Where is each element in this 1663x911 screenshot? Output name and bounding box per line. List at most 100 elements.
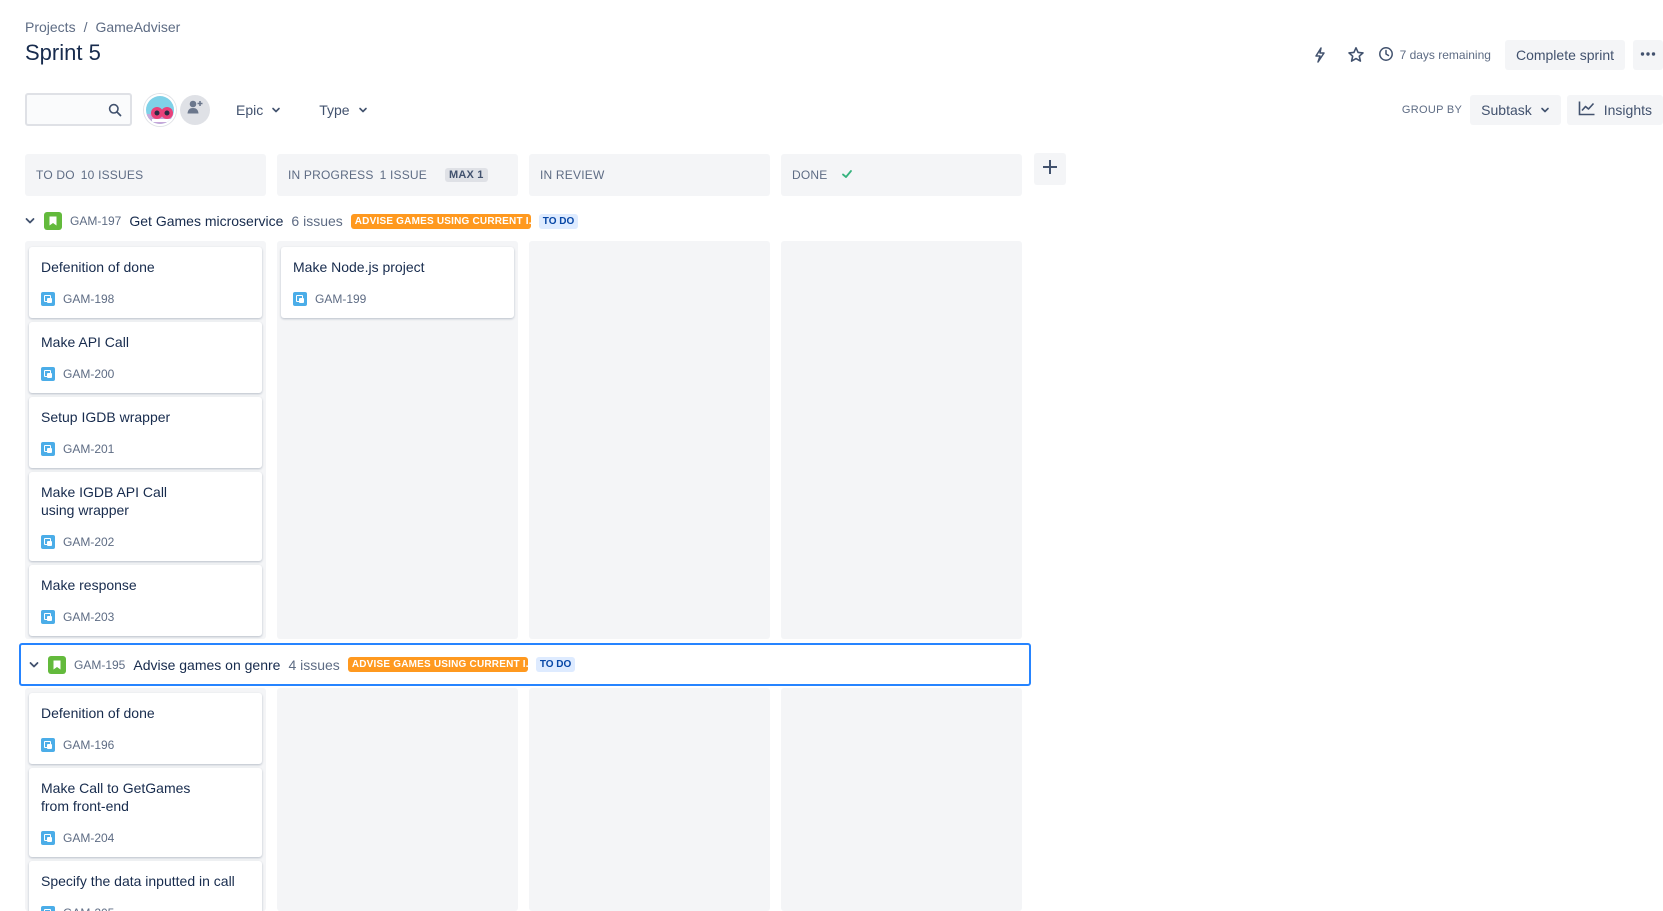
issue-key: GAM-199 — [315, 292, 367, 306]
status-badge: TO DO — [535, 657, 576, 672]
subtask-icon — [41, 738, 55, 752]
card-meta: GAM-196 — [41, 738, 114, 752]
subtask-icon — [41, 535, 55, 549]
column-name: TO DO — [36, 168, 75, 182]
card-meta: GAM-200 — [41, 367, 114, 381]
card-meta: GAM-203 — [41, 610, 114, 624]
issue-card[interactable]: Setup IGDB wrapper GAM-201 — [29, 397, 262, 468]
chevron-down-icon — [271, 102, 281, 118]
toolbar-right: GROUP BY Subtask Insights — [1401, 94, 1663, 125]
clock-icon — [1378, 46, 1394, 65]
card-summary: Defenition of done — [41, 259, 155, 275]
type-filter[interactable]: Type — [311, 95, 375, 125]
column-dropzone[interactable] — [529, 241, 770, 639]
lightning-icon[interactable] — [1306, 41, 1334, 69]
column-header-todo: TO DO 10 ISSUES — [25, 154, 266, 196]
insights-button[interactable]: Insights — [1566, 94, 1663, 125]
story-icon — [48, 655, 66, 674]
issue-card[interactable]: Defenition of done GAM-198 — [29, 247, 262, 318]
add-person-icon — [186, 98, 204, 121]
issue-key: GAM-202 — [63, 535, 115, 549]
column-count: 1 ISSUE — [379, 168, 427, 182]
column-dropzone[interactable] — [277, 688, 518, 911]
card-summary: Make Call to GetGames from front-end — [41, 780, 191, 814]
add-column-button[interactable] — [1034, 153, 1066, 185]
card-summary: Make response — [41, 577, 137, 593]
search-input[interactable] — [25, 93, 132, 126]
column-header-in-progress: IN PROGRESS 1 ISSUE MAX 1 — [277, 154, 518, 196]
epic-filter-label: Epic — [236, 101, 264, 118]
avatar[interactable] — [144, 93, 176, 126]
issue-key: GAM-203 — [63, 610, 115, 624]
column-name: DONE — [792, 168, 828, 182]
card-summary: Make IGDB API Call using wrapper — [41, 484, 168, 518]
issue-card[interactable]: Make API Call GAM-200 — [29, 322, 262, 393]
swimlane-header[interactable]: GAM-195 Advise games on genre 4 issues A… — [19, 643, 1031, 686]
issue-key: GAM-201 — [63, 442, 115, 456]
complete-sprint-button[interactable]: Complete sprint — [1504, 40, 1625, 70]
chevron-down-icon — [358, 102, 368, 118]
swimlane-header[interactable]: GAM-197 Get Games microservice 6 issues … — [22, 208, 579, 234]
issue-key: GAM-200 — [63, 367, 115, 381]
story-key[interactable]: GAM-197 — [70, 214, 121, 228]
breadcrumb-project[interactable]: GameAdviser — [95, 19, 180, 35]
search-icon — [108, 103, 122, 122]
check-icon — [841, 168, 853, 183]
issue-key: GAM-196 — [63, 738, 115, 752]
story-key[interactable]: GAM-195 — [74, 658, 125, 672]
issue-key: GAM-204 — [63, 831, 115, 845]
breadcrumb: Projects / GameAdviser — [25, 19, 180, 35]
column-dropzone[interactable] — [781, 241, 1022, 639]
column-header-in-review: IN REVIEW — [529, 154, 770, 196]
insights-label: Insights — [1603, 101, 1652, 118]
subtask-icon — [41, 831, 55, 845]
group-by-select[interactable]: Subtask — [1470, 94, 1561, 125]
card-summary: Make Node.js project — [293, 259, 425, 275]
breadcrumb-separator: / — [83, 19, 88, 35]
max-limit-badge: MAX 1 — [444, 168, 488, 182]
star-icon[interactable] — [1342, 41, 1370, 69]
issue-card[interactable]: Specify the data inputted in call GAM-20… — [29, 861, 262, 911]
card-summary: Defenition of done — [41, 705, 155, 721]
card-meta: GAM-205 — [41, 906, 114, 911]
card-meta: GAM-204 — [41, 831, 114, 845]
page-title: Sprint 5 — [25, 40, 101, 65]
status-badge: TO DO — [538, 213, 579, 229]
card-summary: Specify the data inputted in call — [41, 873, 235, 889]
card-meta: GAM-198 — [41, 292, 114, 306]
subtask-icon — [41, 292, 55, 306]
subtask-icon — [41, 610, 55, 624]
epic-lozenge: ADVISE GAMES USING CURRENT I... — [347, 657, 528, 672]
chevron-down-icon — [1540, 102, 1550, 118]
card-summary: Make API Call — [41, 334, 129, 350]
group-by-value: Subtask — [1481, 101, 1532, 118]
type-filter-label: Type — [319, 101, 350, 118]
issue-card[interactable]: Make Node.js project GAM-199 — [281, 247, 514, 318]
subtask-icon — [41, 906, 55, 911]
issue-card[interactable]: Make Call to GetGames from front-end GAM… — [29, 768, 262, 857]
column-dropzone[interactable] — [781, 688, 1022, 911]
column-count: 10 ISSUES — [80, 168, 144, 182]
issue-card[interactable]: Make IGDB API Call using wrapper GAM-202 — [29, 472, 262, 561]
insights-icon — [1578, 100, 1596, 119]
issue-key: GAM-198 — [63, 292, 115, 306]
plus-icon — [1041, 158, 1059, 181]
card-meta: GAM-201 — [41, 442, 114, 456]
subtask-icon — [41, 442, 55, 456]
issue-card[interactable]: Defenition of done GAM-196 — [29, 693, 262, 764]
group-by-label: GROUP BY — [1401, 103, 1463, 116]
more-actions-button[interactable] — [1633, 40, 1663, 70]
subtask-icon — [293, 292, 307, 306]
column-header-done: DONE — [781, 154, 1022, 196]
remaining-text: 7 days remaining — [1399, 48, 1491, 62]
issue-card[interactable]: Make response GAM-203 — [29, 565, 262, 636]
issue-key: GAM-205 — [63, 906, 114, 911]
epic-filter[interactable]: Epic — [228, 95, 289, 125]
chevron-down-icon[interactable] — [22, 213, 38, 229]
story-title: Advise games on genre — [133, 656, 281, 673]
sprint-remaining: 7 days remaining — [1378, 46, 1491, 65]
add-people-button[interactable] — [180, 94, 210, 125]
column-dropzone[interactable] — [529, 688, 770, 911]
chevron-down-icon[interactable] — [26, 657, 42, 673]
breadcrumb-projects[interactable]: Projects — [25, 19, 76, 35]
